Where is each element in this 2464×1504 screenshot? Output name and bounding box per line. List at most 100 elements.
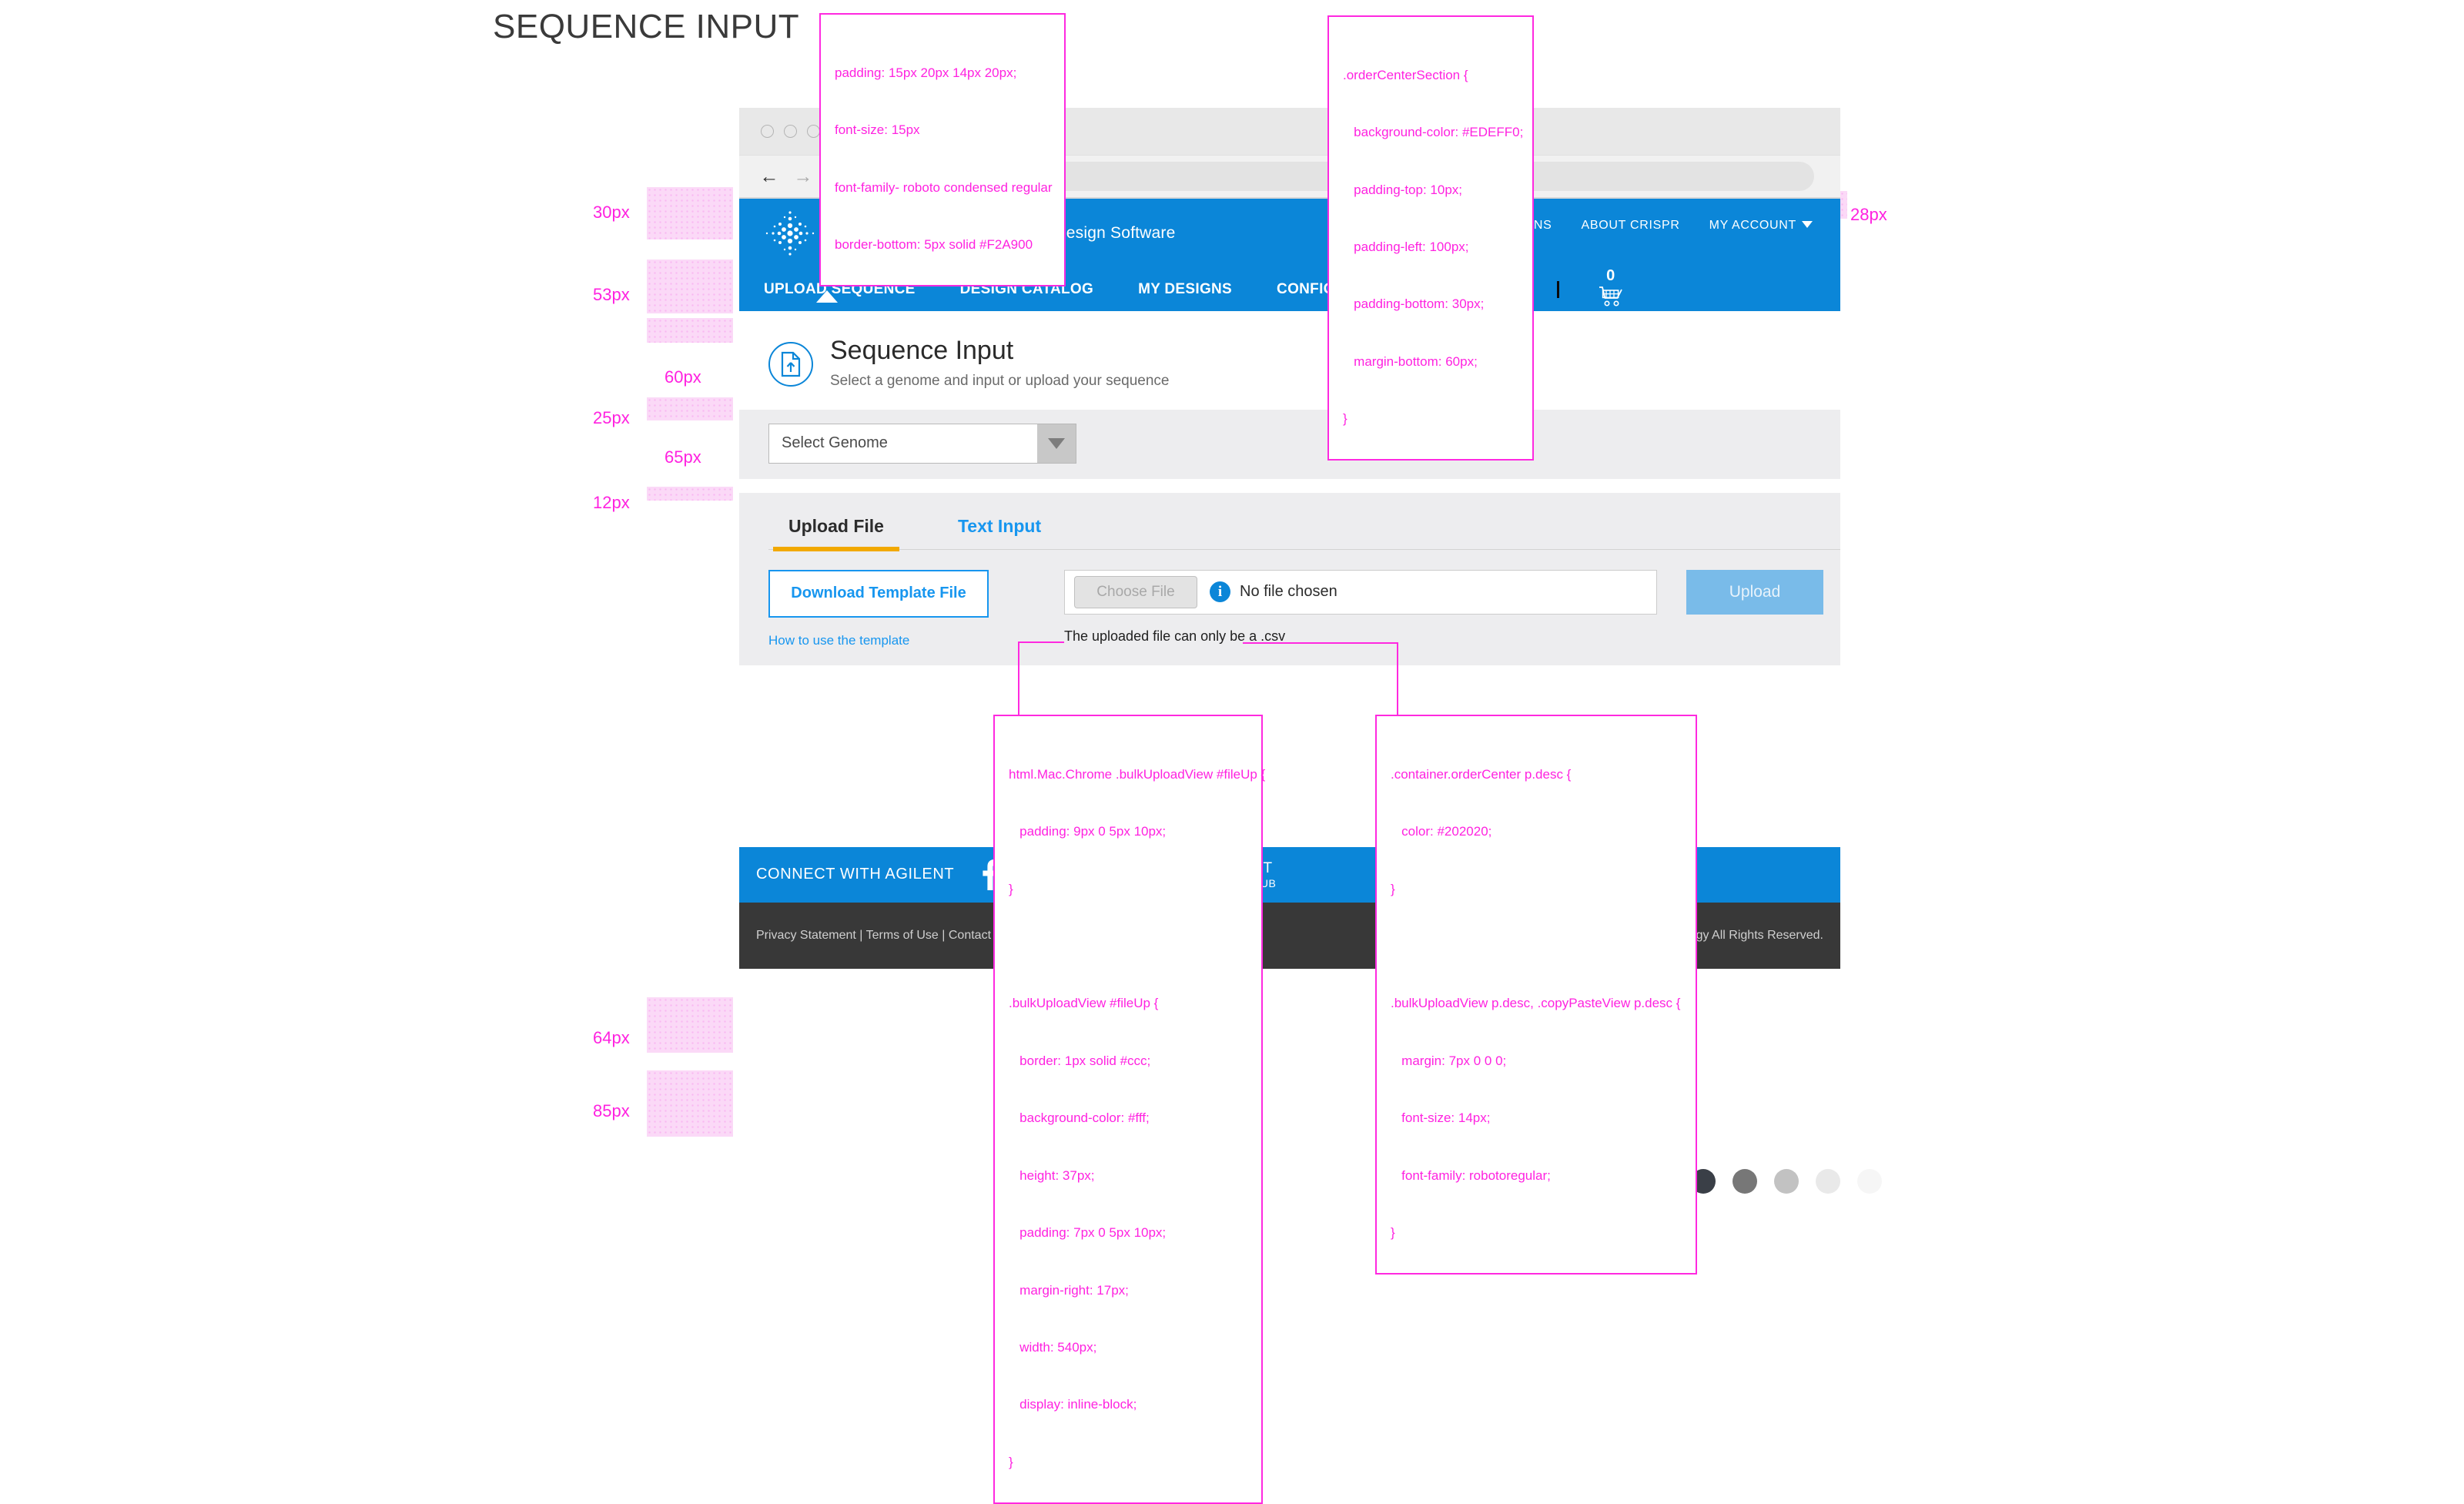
cart-count: 0 [1606,267,1615,284]
info-icon: i [1210,581,1230,603]
upload-button[interactable]: Upload [1686,569,1823,615]
spec-box-title: padding: 15px 20px 14px 20px; font-size:… [819,13,1066,286]
upload-column: Upload [1686,569,1823,615]
measure-label: 12px [593,493,630,512]
spec-line: } [1343,411,1348,427]
measure-swatch [647,1070,733,1137]
leader-line-desc-horiz [1243,642,1398,644]
genome-select-value: Select Genome [782,434,888,452]
spec-line: padding-top: 10px; [1343,182,1463,197]
spec-line: .orderCenterSection { [1343,67,1468,82]
genome-band: Select Genome [739,409,1840,479]
header-link-about-crispr[interactable]: ABOUT CRISPR [1581,219,1679,233]
chevron-down-icon [1802,221,1813,228]
spec-line: padding-left: 100px; [1343,239,1469,254]
measure-label: 65px [665,447,701,467]
measure-label: 30px [593,203,630,222]
measure-label: 53px [593,285,630,304]
spec-line: html.Mac.Chrome .bulkUploadView #fileUp … [1009,766,1266,782]
spec-line: background-color: #EDEFF0; [1343,125,1524,140]
spec-line: border: 1px solid #ccc; [1009,1053,1151,1068]
spec-line: padding: 7px 0 5px 10px; [1009,1225,1167,1241]
measure-label: 25px [593,408,630,427]
spec-line: padding: 15px 20px 14px 20px; [835,65,1017,80]
tab-text-input[interactable]: Text Input [942,516,1056,549]
spec-line: .bulkUploadView p.desc, .copyPasteView p… [1391,996,1681,1011]
my-account-label: MY ACCOUNT [1709,219,1796,232]
legal-links[interactable]: Privacy Statement | Terms of Use | Conta… [756,929,1009,943]
arrow-right-icon[interactable]: → [790,166,816,186]
spec-line [1009,937,1247,956]
color-swatch-light-gray [1774,1169,1799,1194]
template-column: Download Template File How to use the te… [768,569,989,648]
arrow-left-icon[interactable]: ← [756,166,782,186]
spec-line: color: #202020; [1391,824,1492,839]
file-upload-icon [768,342,813,387]
spec-line: font-family- roboto condensed regular [835,179,1053,195]
spec-line: width: 540px; [1009,1340,1097,1355]
spec-line: .container.orderCenter p.desc { [1391,766,1572,782]
spec-line: display: inline-block; [1009,1397,1137,1412]
genome-select-arrow[interactable] [1037,424,1076,463]
color-swatch-pale-gray [1816,1169,1840,1194]
tab-upload-file[interactable]: Upload File [773,515,899,551]
cart-button[interactable]: 0 [1598,268,1624,308]
how-to-use-template-link[interactable]: How to use the template [768,633,989,648]
leader-line-desc-vert [1397,642,1398,716]
measure-label: 64px [593,1028,630,1047]
header-link-my-account[interactable]: MY ACCOUNT [1709,219,1813,233]
spec-line: font-family: robotoregular; [1391,1167,1551,1183]
measure-swatch [647,187,733,240]
measure-swatch [647,487,733,501]
spec-line: } [1009,1454,1013,1469]
measure-label: 28px [1850,205,1887,224]
spec-line: } [1391,881,1395,896]
page-subheading: Select a genome and input or upload your… [830,372,1170,389]
spec-line: font-size: 15px [835,122,920,138]
measure-label: 85px [593,1101,630,1120]
spec-line: border-bottom: 5px solid #F2A900 [835,236,1033,252]
spec-line: } [1009,881,1013,896]
shopping-cart-icon [1599,286,1622,306]
upload-row: Download Template File How to use the te… [739,549,1840,665]
page-heading: Sequence Input [830,336,1014,365]
measure-swatch [647,397,733,420]
spec-line: margin-right: 17px; [1009,1282,1129,1298]
color-swatch-gray [1732,1169,1757,1194]
tab-active-underline [773,546,899,551]
spec-box-order-center: .orderCenterSection { background-color: … [1327,15,1534,461]
connect-with-agilent-label: CONNECT WITH AGILENT [756,866,955,883]
tabs: Upload File Text Input [768,515,1840,551]
agilent-logo-icon [765,211,815,256]
spec-line: padding: 9px 0 5px 10px; [1009,824,1167,839]
choose-file-button[interactable]: Choose File [1074,575,1197,608]
spec-line: margin: 7px 0 0 0; [1391,1053,1507,1068]
genome-select[interactable]: Select Genome [768,423,1076,464]
spec-line: padding-bottom: 30px; [1343,296,1485,312]
no-file-chosen-text: No file chosen [1240,583,1337,601]
section-header: Sequence Input Select a genome and input… [739,311,1840,410]
tab-band: Upload File Text Input [739,492,1840,551]
nav-divider [1556,281,1559,298]
nav-item-my-designs[interactable]: MY DESIGNS [1138,281,1232,298]
window-minimize-dot[interactable] [784,125,797,138]
file-upload-field[interactable]: Choose File i No file chosen [1064,569,1657,615]
spec-line: font-size: 14px; [1391,1110,1491,1126]
download-template-button[interactable]: Download Template File [768,569,989,618]
file-column: Choose File i No file chosen The uploade… [1064,569,1657,645]
window-close-dot[interactable] [761,125,774,138]
window-maximize-dot[interactable] [807,125,820,138]
spec-box-fileup: html.Mac.Chrome .bulkUploadView #fileUp … [993,715,1266,1504]
measure-label: 60px [665,367,701,387]
color-swatch-near-white [1857,1169,1882,1194]
spec-line: background-color: #fff; [1009,1110,1150,1126]
spec-line [1391,937,1682,956]
active-nav-indicator [816,290,838,303]
page-title: SEQUENCE INPUT [493,8,800,45]
chevron-down-icon [1048,437,1065,449]
spec-line: margin-bottom: 60px; [1343,353,1478,369]
measure-swatch [647,260,733,313]
tab-upload-file-label: Upload File [788,515,884,536]
measure-swatch [647,997,733,1053]
spec-box-desc: .container.orderCenter p.desc { color: #… [1375,715,1697,1275]
